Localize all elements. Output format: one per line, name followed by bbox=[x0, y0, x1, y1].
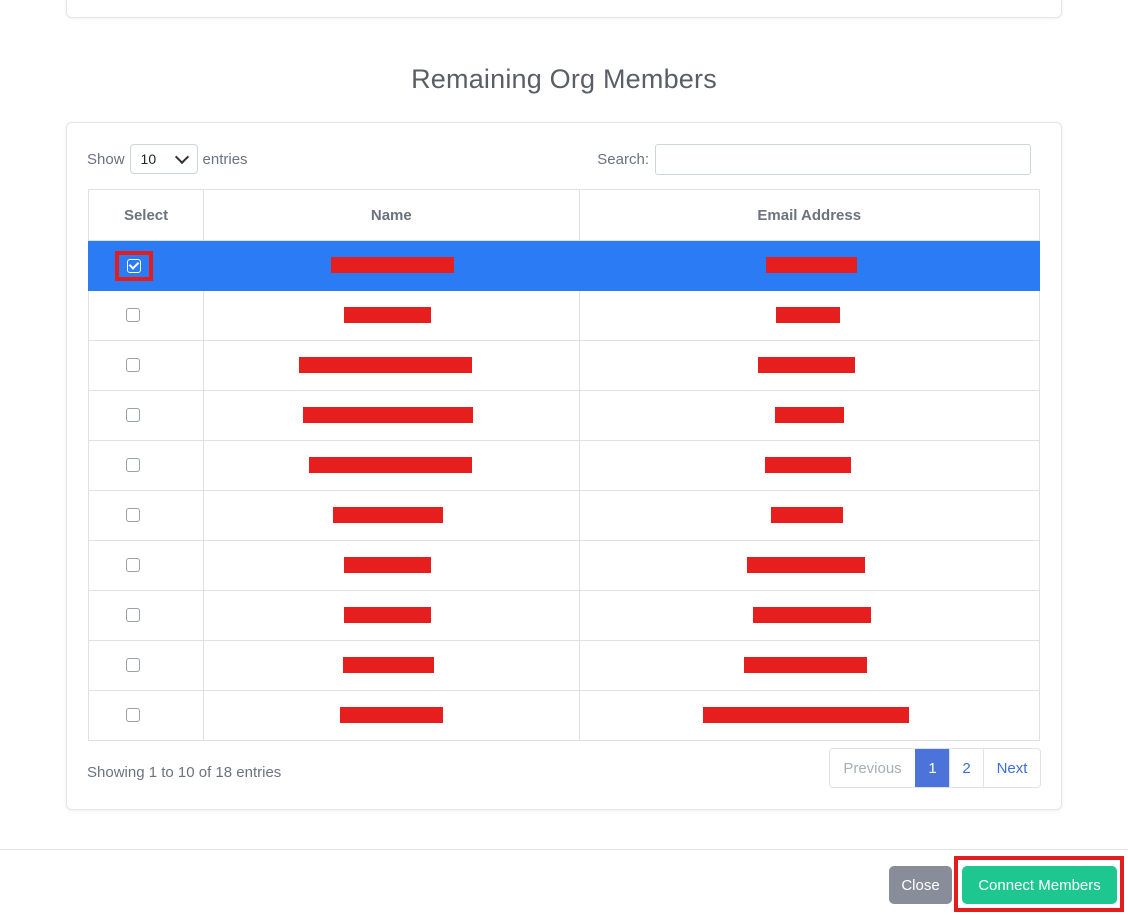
row-checkbox[interactable] bbox=[127, 258, 142, 273]
table-row[interactable] bbox=[87, 490, 1040, 541]
redacted-name bbox=[343, 557, 431, 574]
select-cell bbox=[87, 440, 205, 491]
entries-length-value: 10 bbox=[140, 151, 157, 167]
redacted-name bbox=[298, 357, 472, 374]
column-header-name[interactable]: Name bbox=[203, 189, 580, 241]
redacted-name bbox=[303, 407, 474, 424]
table-row[interactable] bbox=[87, 690, 1040, 741]
page-1-button[interactable]: 1 bbox=[915, 749, 949, 787]
members-table: Select Name Email Address bbox=[87, 189, 1040, 741]
select-cell bbox=[87, 590, 205, 641]
table-row[interactable] bbox=[87, 590, 1040, 641]
email-cell bbox=[578, 340, 1040, 391]
row-checkbox[interactable] bbox=[126, 508, 141, 523]
redacted-name bbox=[339, 707, 443, 724]
email-cell bbox=[578, 690, 1040, 741]
modal-footer-divider bbox=[0, 849, 1128, 850]
select-cell bbox=[87, 690, 205, 741]
table-info-text: Showing 1 to 10 of 18 entries bbox=[87, 764, 282, 781]
row-checkbox[interactable] bbox=[126, 458, 141, 473]
row-checkbox[interactable] bbox=[126, 308, 141, 323]
email-cell bbox=[578, 540, 1040, 591]
table-row[interactable] bbox=[87, 540, 1040, 591]
previous-page-button[interactable]: Previous bbox=[830, 749, 915, 787]
connect-members-button[interactable]: Connect Members bbox=[962, 866, 1117, 904]
table-row[interactable] bbox=[87, 440, 1040, 491]
close-button[interactable]: Close bbox=[889, 866, 952, 904]
search-input[interactable] bbox=[655, 143, 1031, 175]
redacted-email bbox=[765, 257, 857, 274]
page-2-button[interactable]: 2 bbox=[949, 749, 983, 787]
name-cell bbox=[203, 540, 580, 591]
row-checkbox[interactable] bbox=[126, 558, 141, 573]
redacted-name bbox=[343, 607, 431, 624]
redacted-email bbox=[703, 707, 910, 724]
email-cell bbox=[578, 590, 1040, 641]
redacted-name bbox=[343, 307, 431, 324]
redacted-email bbox=[775, 307, 840, 324]
email-cell bbox=[578, 240, 1040, 291]
name-cell bbox=[203, 690, 580, 741]
checkbox-highlight-box bbox=[115, 250, 154, 281]
redacted-email bbox=[746, 557, 865, 574]
redacted-name bbox=[332, 507, 443, 524]
table-header-row: Select Name Email Address bbox=[87, 189, 1040, 241]
email-cell bbox=[578, 390, 1040, 441]
column-header-email[interactable]: Email Address bbox=[578, 189, 1040, 241]
pagination: Previous 1 2 Next bbox=[829, 748, 1041, 788]
email-cell bbox=[578, 440, 1040, 491]
redacted-email bbox=[757, 357, 855, 374]
name-cell bbox=[203, 440, 580, 491]
email-cell bbox=[578, 490, 1040, 541]
table-row[interactable] bbox=[87, 340, 1040, 391]
redacted-email bbox=[771, 507, 844, 524]
column-header-select[interactable]: Select bbox=[87, 189, 205, 241]
select-cell bbox=[87, 240, 205, 291]
length-prefix-label: Show bbox=[87, 150, 125, 168]
next-page-button[interactable]: Next bbox=[983, 749, 1040, 787]
name-cell bbox=[203, 340, 580, 391]
redacted-name bbox=[343, 657, 435, 674]
chevron-down-icon bbox=[174, 149, 189, 164]
entries-length-select[interactable]: 10 bbox=[129, 144, 198, 174]
row-checkbox[interactable] bbox=[126, 358, 141, 373]
row-checkbox[interactable] bbox=[126, 658, 141, 673]
row-checkbox[interactable] bbox=[126, 408, 141, 423]
name-cell bbox=[203, 290, 580, 341]
row-checkbox[interactable] bbox=[126, 708, 141, 723]
length-suffix-label: entries bbox=[202, 150, 248, 168]
redacted-email bbox=[752, 607, 871, 624]
table-row[interactable] bbox=[87, 390, 1040, 441]
name-cell bbox=[203, 240, 580, 291]
redacted-name bbox=[308, 457, 472, 474]
email-cell bbox=[578, 290, 1040, 341]
name-cell bbox=[203, 390, 580, 441]
table-row[interactable] bbox=[87, 290, 1040, 341]
table-row[interactable] bbox=[87, 640, 1040, 691]
select-cell bbox=[87, 390, 205, 441]
search-label: Search: bbox=[597, 150, 649, 168]
name-cell bbox=[203, 490, 580, 541]
section-title: Remaining Org Members bbox=[411, 64, 717, 94]
select-cell bbox=[87, 290, 205, 341]
redacted-email bbox=[743, 657, 867, 674]
name-cell bbox=[203, 590, 580, 641]
entries-length-control: Show 10 entries bbox=[87, 143, 248, 175]
redacted-email bbox=[764, 457, 851, 474]
row-checkbox[interactable] bbox=[126, 608, 141, 623]
redacted-email bbox=[774, 407, 844, 424]
select-cell bbox=[87, 540, 205, 591]
redacted-name bbox=[330, 257, 454, 274]
select-cell bbox=[87, 340, 205, 391]
select-cell bbox=[87, 640, 205, 691]
members-card: Show 10 entries Search: Select Name Emai… bbox=[66, 122, 1062, 810]
email-cell bbox=[578, 640, 1040, 691]
name-cell bbox=[203, 640, 580, 691]
table-row[interactable] bbox=[87, 240, 1040, 291]
search-control: Search: bbox=[597, 143, 1031, 175]
select-cell bbox=[87, 490, 205, 541]
previous-card bbox=[66, 0, 1062, 18]
